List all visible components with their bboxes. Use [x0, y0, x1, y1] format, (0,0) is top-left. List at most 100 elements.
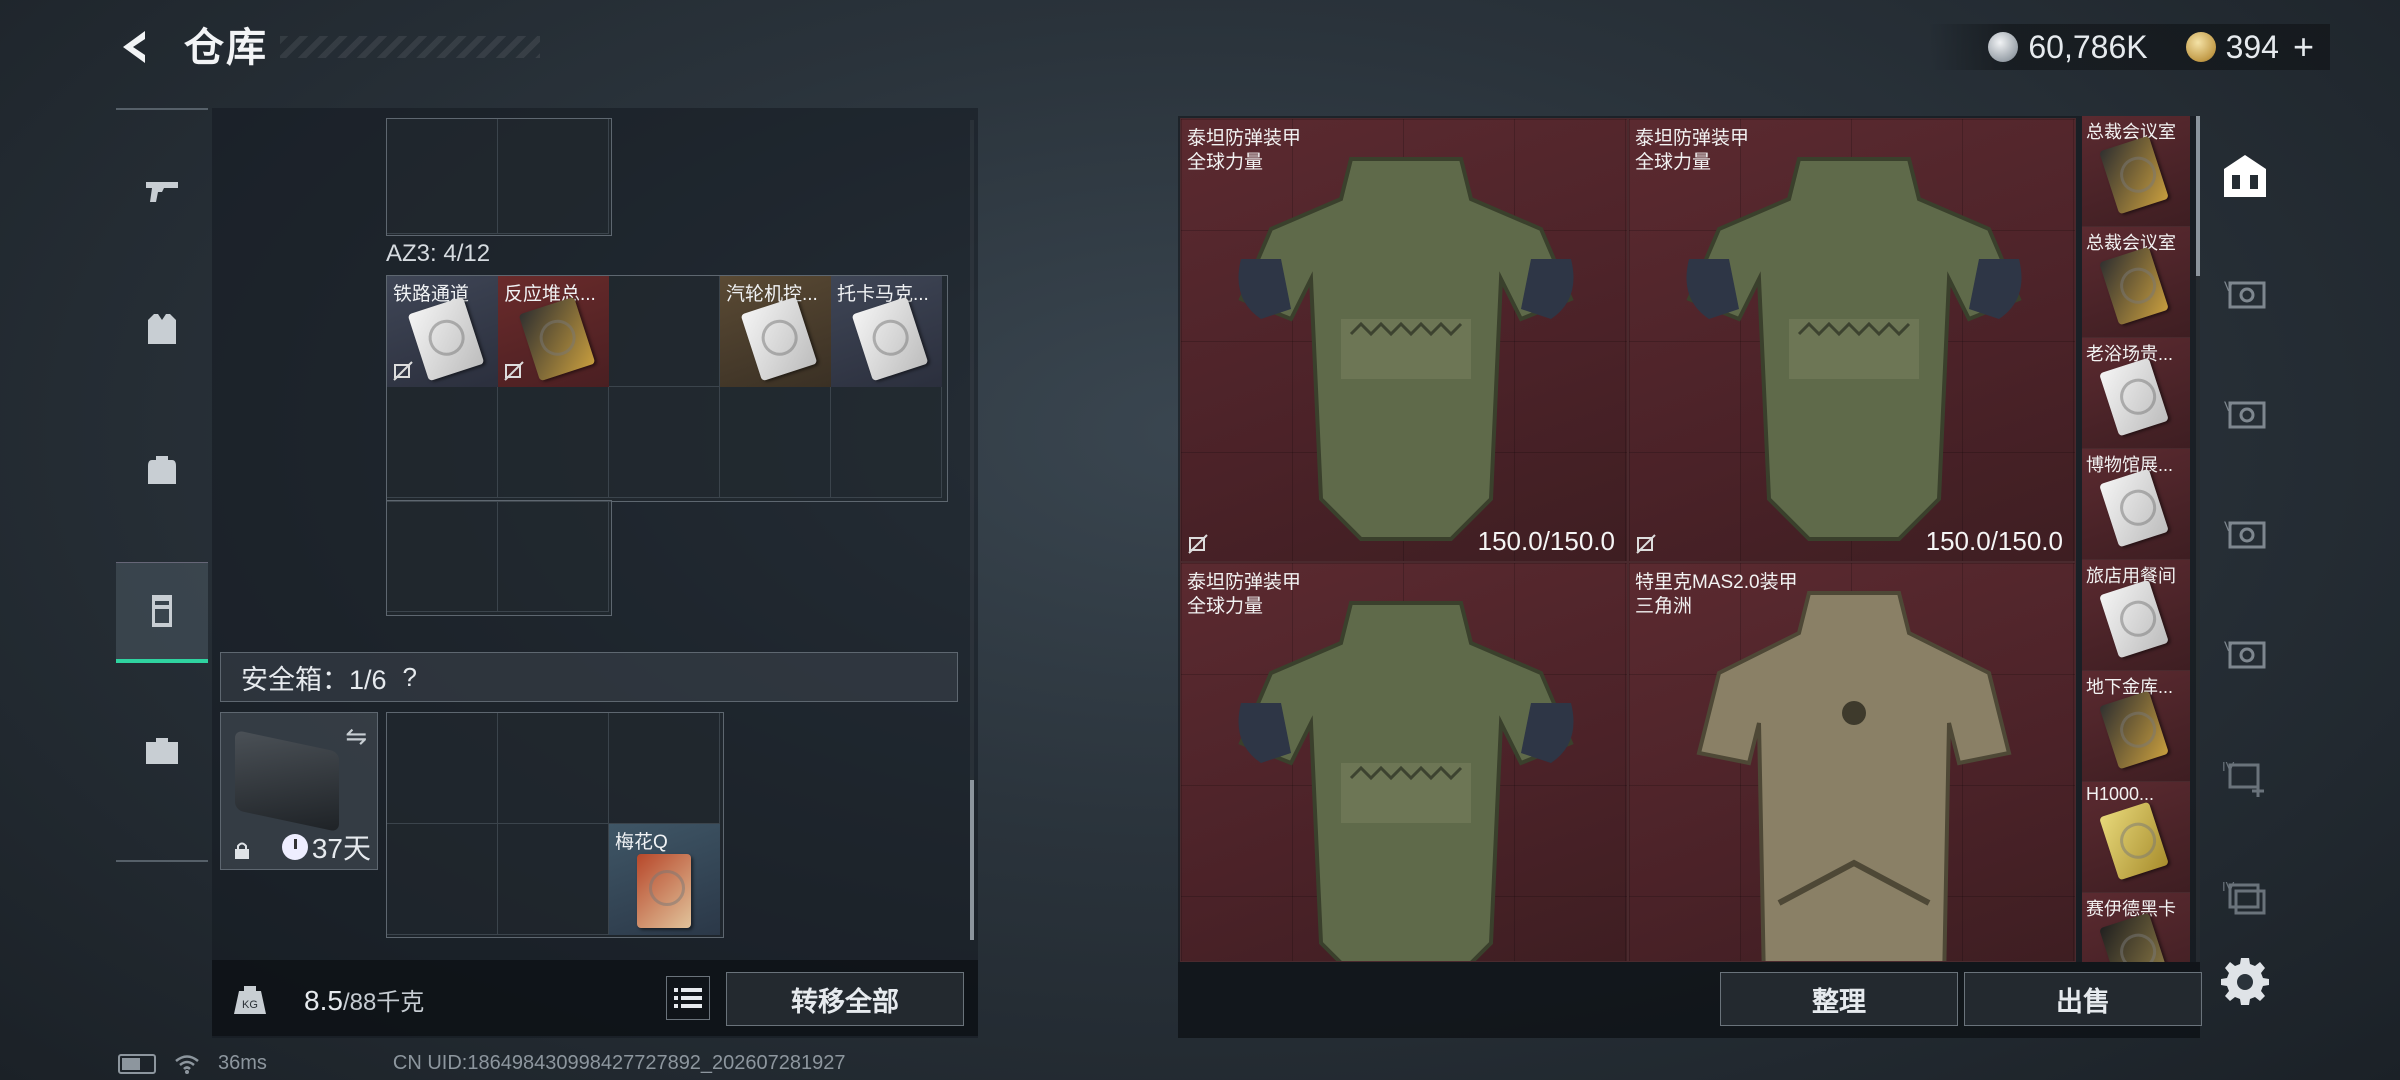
filter-tier-iv-add[interactable]: IV	[2210, 736, 2280, 816]
weight-max: /88千克	[342, 989, 425, 1016]
keycard-filter-icon: V	[2224, 278, 2266, 309]
page-title: 仓库	[184, 26, 268, 70]
list-icon	[674, 988, 702, 1008]
filter-all[interactable]	[2210, 136, 2280, 216]
pistol-icon	[146, 182, 178, 202]
keycard-item[interactable]: 铁路通道	[387, 276, 498, 387]
keycard-filter-icon: V	[2224, 398, 2266, 429]
add-currency-button[interactable]: +	[2293, 26, 2314, 68]
nav-briefcase[interactable]	[116, 702, 208, 798]
back-button[interactable]	[112, 22, 162, 72]
help-button[interactable]: ?	[403, 662, 417, 693]
armor-faction: 三角洲	[1635, 596, 1693, 617]
sell-button[interactable]: 出售	[1964, 972, 2202, 1026]
keycard-item[interactable]: 总裁会议室	[2082, 116, 2190, 227]
az3-label: AZ3: 4/12	[386, 240, 491, 267]
safe-days: 37天	[281, 827, 371, 867]
keycard-item[interactable]: 赛伊德黑卡	[2082, 893, 2190, 962]
playing-card-icon	[637, 854, 691, 928]
inventory-scroll-thumb[interactable]	[2196, 116, 2200, 276]
keycard-icon	[2099, 468, 2169, 548]
filter-tier-v-2[interactable]: V	[2210, 376, 2280, 456]
filter-tier-iv[interactable]: IV	[2210, 856, 2280, 936]
armor-vest-icon	[1238, 601, 1574, 961]
silver-coin-icon	[1988, 32, 2019, 62]
list-view-button[interactable]	[666, 976, 710, 1020]
armor-item[interactable]: 泰坦防弹装甲 全球力量	[1180, 562, 1628, 962]
filter-tier-v-1[interactable]: V	[2210, 256, 2280, 336]
armor-name: 泰坦防弹装甲	[1187, 128, 1302, 149]
sort-button[interactable]: 整理	[1720, 972, 1958, 1026]
nav-armor[interactable]	[116, 282, 208, 378]
storage-icon	[152, 595, 172, 627]
keycard-filter-icon: V	[2224, 518, 2266, 549]
gold-coin-icon	[2185, 32, 2216, 62]
keycard-icon	[2099, 246, 2169, 326]
keycard-item[interactable]: 老浴场贵...	[2082, 338, 2190, 449]
nav-storage[interactable]	[116, 562, 208, 663]
keycard-item[interactable]: H1000...	[2082, 782, 2190, 893]
armor-item[interactable]: 泰坦防弹装甲 全球力量 150.0/150.0	[1180, 118, 1628, 562]
keycard-item[interactable]: 博物馆展...	[2082, 449, 2190, 560]
keycard-item[interactable]: 地下金库...	[2082, 671, 2190, 782]
no-insure-icon	[393, 361, 413, 381]
keycard-icon	[2099, 690, 2169, 770]
safe-box-grid: 梅花Q	[386, 712, 724, 938]
card-item[interactable]: 梅花Q	[609, 824, 720, 935]
az3-grid: 铁路通道 反应堆总... 汽轮机控... 托卡马克...	[386, 275, 948, 502]
keycard-icon	[518, 296, 596, 382]
keycard-item[interactable]: 总裁会议室	[2082, 227, 2190, 338]
backpack-icon	[148, 456, 176, 484]
keycard-icon	[2099, 135, 2169, 215]
armor-faction: 全球力量	[1635, 152, 1712, 173]
vault-icon	[2224, 155, 2266, 197]
armor-vest-icon	[1696, 591, 2012, 961]
safe-box-header: 安全箱：1/6 ?	[220, 652, 958, 702]
keycard-icon	[851, 296, 929, 382]
wifi-icon	[175, 1054, 199, 1074]
svg-text:V: V	[2224, 518, 2234, 534]
ping-text: 36ms	[218, 1052, 267, 1074]
silver-amount: 60,786K	[2028, 28, 2148, 65]
transfer-all-button[interactable]: 转移全部	[726, 972, 964, 1026]
days-remaining: 37天	[311, 833, 371, 864]
armor-vest-icon	[1238, 157, 1574, 541]
armor-name: 泰坦防弹装甲	[1187, 572, 1302, 593]
armor-name: 泰坦防弹装甲	[1635, 128, 1750, 149]
armor-faction: 全球力量	[1187, 152, 1264, 173]
keycard-icon	[740, 296, 818, 382]
nav-weapons[interactable]	[116, 144, 208, 240]
title-decoration	[280, 36, 540, 58]
keycard-icon	[2099, 579, 2169, 659]
keycard-item[interactable]: 托卡马克...	[831, 276, 942, 387]
settings-gear-icon[interactable]	[2218, 954, 2272, 1008]
keycard-item[interactable]: 反应堆总...	[498, 276, 609, 387]
filter-column: V V V V IV IV	[2210, 118, 2280, 958]
safe-box-label: 安全箱：1/6	[241, 664, 387, 695]
svg-text:IV: IV	[2222, 879, 2235, 894]
filter-tier-v-3[interactable]: V	[2210, 496, 2280, 576]
armor-durability: 150.0/150.0	[1477, 526, 1615, 556]
keycard-column: 总裁会议室 总裁会议室 老浴场贵... 博物馆展... 旅店用餐间 地下金库..…	[2082, 116, 2190, 962]
keycard-item[interactable]: 旅店用餐间	[2082, 560, 2190, 671]
no-insure-icon	[1636, 534, 1656, 554]
vest-icon	[148, 314, 176, 344]
status-bar: 36ms CN UID:1864984309984277278​92_20260…	[118, 1052, 846, 1075]
stash-scroll-thumb[interactable]	[970, 780, 974, 940]
armor-item[interactable]: 特里克MAS2.0装甲 三角洲	[1628, 562, 2076, 962]
keycard-icon	[2099, 357, 2169, 437]
armor-durability: 150.0/150.0	[1925, 526, 2063, 556]
item-label: H1000...	[2086, 784, 2155, 804]
svg-text:IV: IV	[2222, 759, 2235, 774]
filter-tier-v-4[interactable]: V	[2210, 616, 2280, 696]
svg-text:KG: KG	[242, 999, 258, 1011]
nav-backpack[interactable]	[116, 422, 208, 518]
battery-icon	[118, 1053, 156, 1074]
armor-item[interactable]: 泰坦防弹装甲 全球力量 150.0/150.0	[1628, 118, 2076, 562]
uid-text: CN UID:1864984309984277278​92_2026072819…	[392, 1052, 846, 1074]
armor-name: 特里克MAS2.0装甲	[1635, 572, 1798, 593]
weight-readout: 8.5/88千克	[304, 982, 424, 1017]
weight-current: 8.5	[304, 985, 343, 1016]
safe-case-slot[interactable]: ⇋ 37天	[220, 712, 378, 870]
keycard-item[interactable]: 汽轮机控...	[720, 276, 831, 387]
